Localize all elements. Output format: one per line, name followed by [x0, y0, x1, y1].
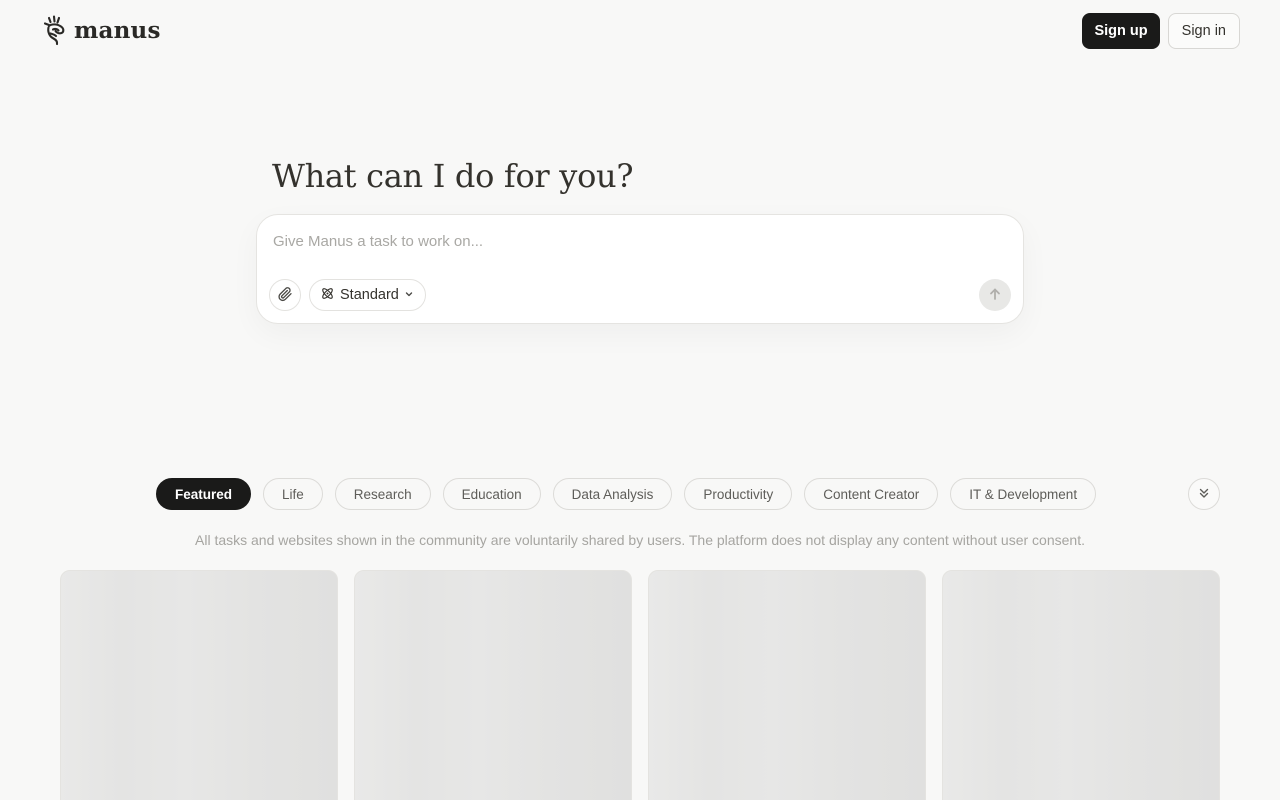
auth-buttons: Sign up Sign in	[1082, 13, 1240, 49]
tab-life[interactable]: Life	[263, 478, 323, 510]
card-skeleton[interactable]	[60, 570, 338, 800]
chevron-down-icon	[404, 287, 414, 303]
atom-icon	[320, 286, 335, 305]
brand-name: manus	[74, 16, 161, 44]
tab-content-creator[interactable]: Content Creator	[804, 478, 939, 510]
brand-logo[interactable]: manus	[42, 14, 161, 46]
community-cards	[60, 570, 1220, 800]
attach-button[interactable]	[269, 279, 301, 311]
page: manus Sign up Sign in What can I do for …	[0, 0, 1280, 800]
arrow-up-icon	[988, 287, 1002, 304]
tab-research[interactable]: Research	[334, 478, 431, 510]
card-skeleton[interactable]	[942, 570, 1220, 800]
community-disclaimer: All tasks and websites shown in the comm…	[195, 532, 1085, 548]
send-button[interactable]	[979, 279, 1011, 311]
sign-up-button[interactable]: Sign up	[1082, 13, 1160, 49]
tab-education[interactable]: Education	[442, 478, 541, 510]
task-input[interactable]	[273, 229, 973, 253]
expand-categories-button[interactable]	[1188, 478, 1220, 510]
double-chevron-down-icon	[1197, 486, 1211, 503]
category-tabs: Featured Life Research Education Data An…	[156, 478, 1097, 510]
paperclip-icon	[277, 286, 293, 305]
task-composer: Standard	[256, 214, 1024, 324]
tab-it-development[interactable]: IT & Development	[950, 478, 1097, 510]
mode-selector[interactable]: Standard	[309, 279, 426, 311]
card-skeleton[interactable]	[648, 570, 926, 800]
tab-productivity[interactable]: Productivity	[684, 478, 793, 510]
sign-in-button[interactable]: Sign in	[1167, 13, 1240, 49]
mode-label: Standard	[340, 287, 399, 303]
page-title: What can I do for you?	[272, 157, 634, 195]
manus-hand-icon	[42, 14, 68, 46]
tab-data-analysis[interactable]: Data Analysis	[552, 478, 673, 510]
tab-featured[interactable]: Featured	[156, 478, 252, 510]
card-skeleton[interactable]	[354, 570, 632, 800]
